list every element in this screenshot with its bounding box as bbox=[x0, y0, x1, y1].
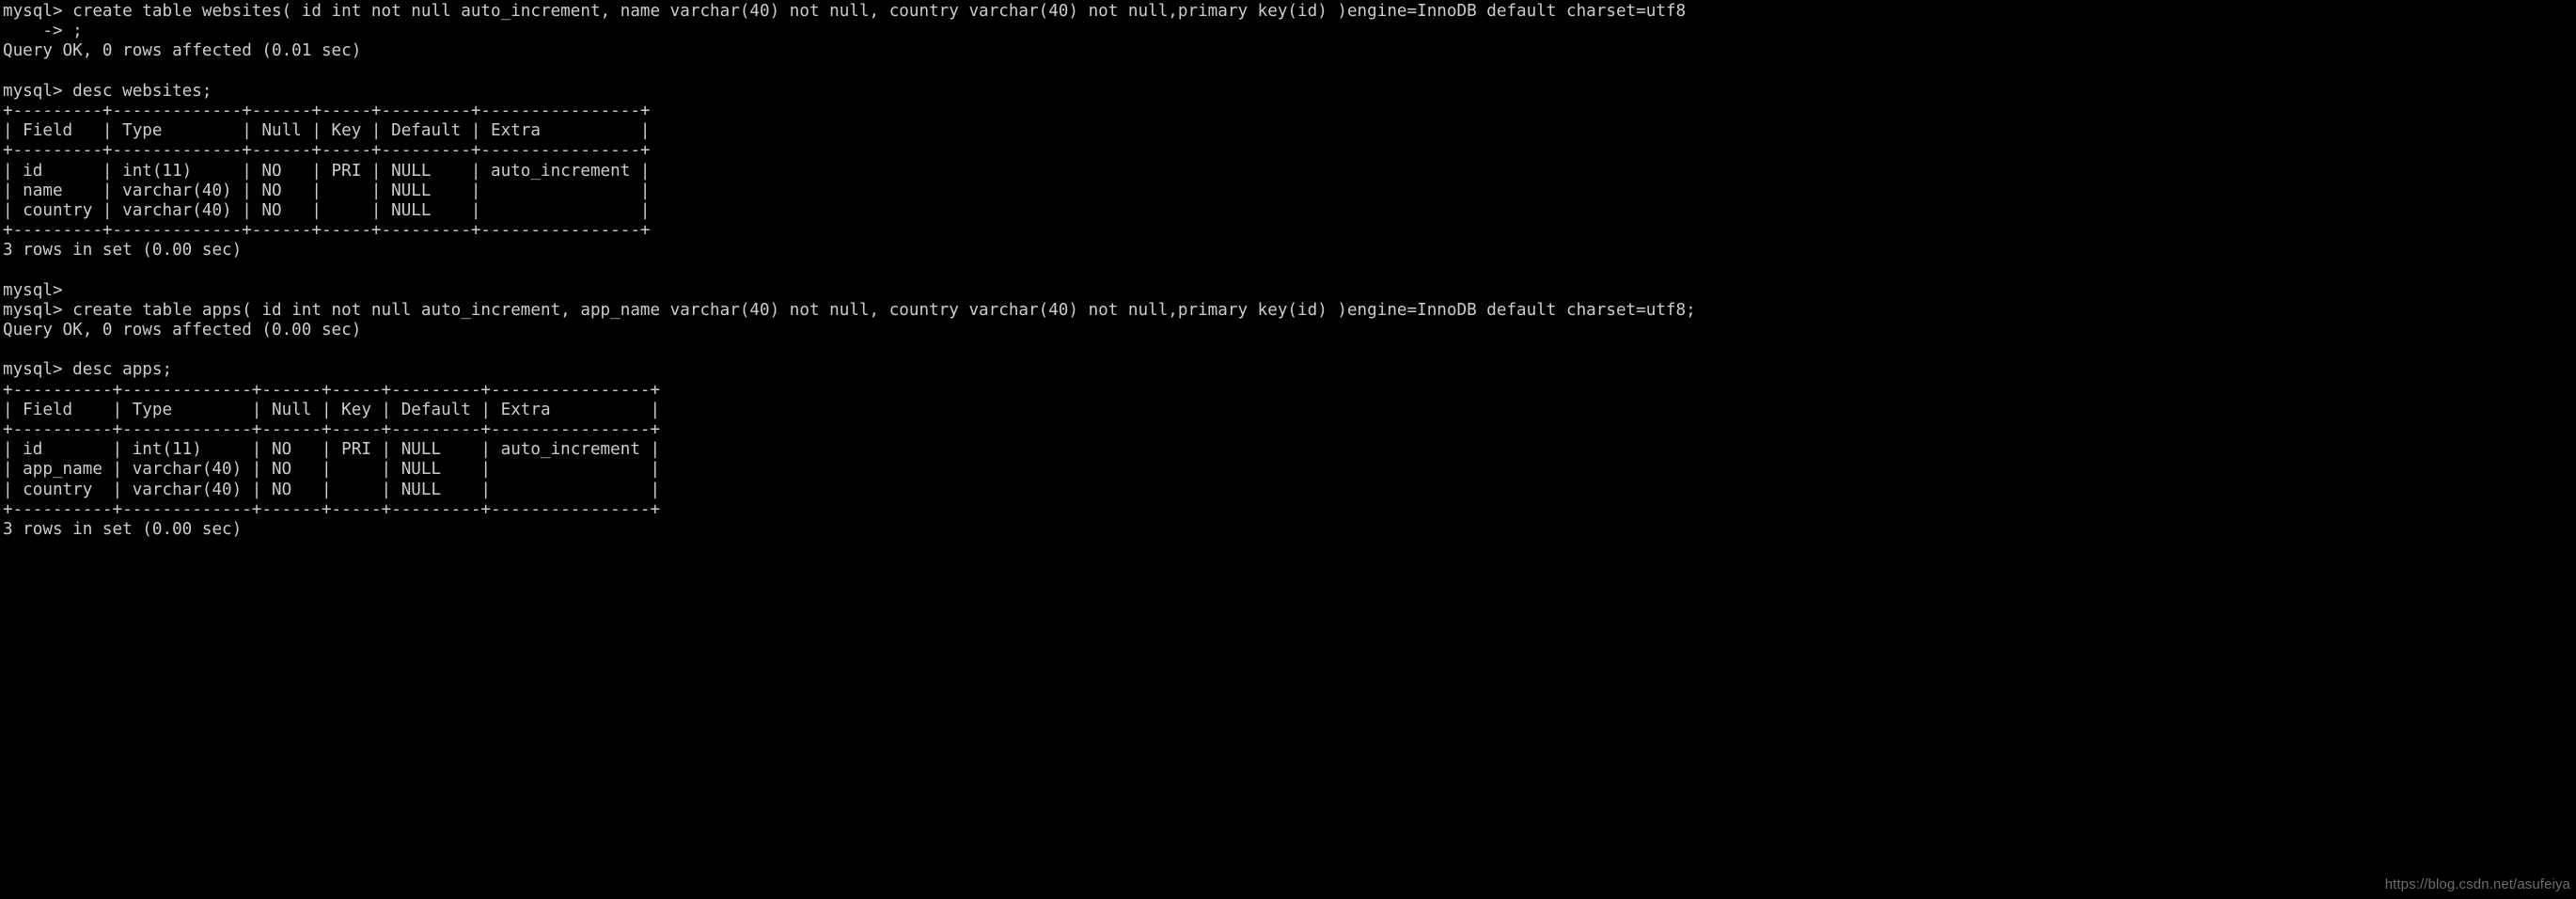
terminal-line: | Field | Type | Null | Key | Default | … bbox=[3, 121, 651, 141]
terminal-line: +----------+-------------+------+-----+-… bbox=[3, 380, 661, 400]
terminal-line: mysql> create table apps( id int not nul… bbox=[3, 300, 1696, 320]
terminal-line: mysql> desc apps; bbox=[3, 360, 173, 380]
terminal-line: | country | varchar(40) | NO | | NULL | … bbox=[3, 200, 651, 220]
terminal-line: | country | varchar(40) | NO | | NULL | … bbox=[3, 480, 661, 499]
terminal-line: 3 rows in set (0.00 sec) bbox=[3, 241, 243, 260]
terminal-line: mysql> desc websites; bbox=[3, 81, 212, 101]
terminal-line: +---------+-------------+------+-----+--… bbox=[3, 221, 651, 241]
terminal-output-area[interactable]: mysql> create table websites( id int not… bbox=[0, 0, 2576, 899]
terminal-line: +----------+-------------+------+-----+-… bbox=[3, 499, 661, 519]
terminal-line: mysql> bbox=[3, 280, 63, 300]
terminal-line: | id | int(11) | NO | PRI | NULL | auto_… bbox=[3, 440, 661, 460]
terminal-line: | id | int(11) | NO | PRI | NULL | auto_… bbox=[3, 161, 651, 181]
terminal-line: +---------+-------------+------+-----+--… bbox=[3, 141, 651, 161]
terminal-line: mysql> create table websites( id int not… bbox=[3, 2, 1687, 21]
terminal-line: | name | varchar(40) | NO | | NULL | | bbox=[3, 181, 651, 200]
terminal-line: Query OK, 0 rows affected (0.01 sec) bbox=[3, 41, 362, 61]
terminal-line: -> ; bbox=[3, 22, 83, 41]
terminal-line: 3 rows in set (0.00 sec) bbox=[3, 519, 243, 539]
terminal-line: +----------+-------------+------+-----+-… bbox=[3, 419, 661, 439]
watermark-url: https://blog.csdn.net/asufeiya bbox=[2384, 876, 2570, 892]
terminal-line: | app_name | varchar(40) | NO | | NULL |… bbox=[3, 460, 661, 480]
terminal-line: +---------+-------------+------+-----+--… bbox=[3, 101, 651, 120]
terminal-line: | Field | Type | Null | Key | Default | … bbox=[3, 400, 661, 419]
terminal-line: Query OK, 0 rows affected (0.00 sec) bbox=[3, 321, 362, 339]
